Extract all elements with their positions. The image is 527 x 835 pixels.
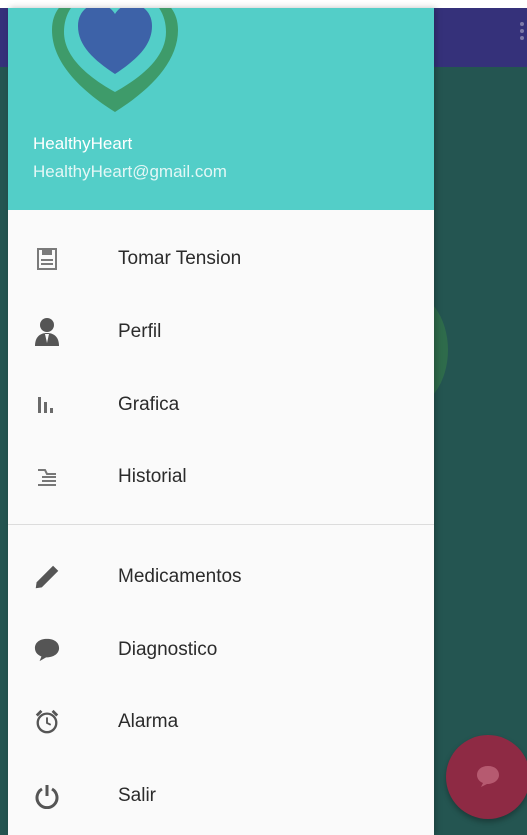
alarm-icon xyxy=(34,709,60,735)
menu-item-label: Medicamentos xyxy=(118,566,242,587)
menu-item-medicamentos[interactable]: Medicamentos xyxy=(8,544,434,608)
chat-icon xyxy=(477,766,499,787)
user-email: HealthyHeart@gmail.com xyxy=(33,162,227,181)
save-icon xyxy=(34,246,60,272)
pencil-icon xyxy=(34,564,60,590)
menu-item-label: Diagnostico xyxy=(118,639,218,660)
menu-divider xyxy=(8,524,434,525)
power-icon xyxy=(34,783,60,809)
chat-fab-button[interactable] xyxy=(446,735,527,819)
status-bar xyxy=(0,0,527,8)
menu-item-diagnostico[interactable]: Diagnostico xyxy=(8,617,434,681)
menu-item-grafica[interactable]: Grafica xyxy=(8,372,434,436)
menu-item-label: Tomar Tension xyxy=(118,248,242,269)
drawer-header: HealthyHeart HealthyHeart@gmail.com xyxy=(8,8,434,210)
menu-item-perfil[interactable]: Perfil xyxy=(8,299,434,363)
chat-icon xyxy=(34,637,60,663)
menu-item-label: Grafica xyxy=(118,394,180,415)
menu-item-historial[interactable]: Historial xyxy=(8,444,434,508)
overflow-menu-icon[interactable] xyxy=(519,22,525,46)
menu-item-label: Salir xyxy=(118,785,157,806)
history-icon xyxy=(34,464,60,490)
person-icon xyxy=(34,318,60,346)
user-name: HealthyHeart xyxy=(33,134,133,153)
bar-chart-icon xyxy=(34,392,60,418)
navigation-drawer: HealthyHeart HealthyHeart@gmail.com Toma… xyxy=(8,8,434,835)
menu-item-label: Historial xyxy=(118,466,187,487)
menu-item-tomar-tension[interactable]: Tomar Tension xyxy=(8,226,434,290)
menu-item-label: Perfil xyxy=(118,321,162,342)
menu-item-alarma[interactable]: Alarma xyxy=(8,689,434,753)
menu-item-salir[interactable]: Salir xyxy=(8,763,434,827)
menu-item-label: Alarma xyxy=(118,711,179,732)
heart-logo-icon xyxy=(52,8,178,112)
